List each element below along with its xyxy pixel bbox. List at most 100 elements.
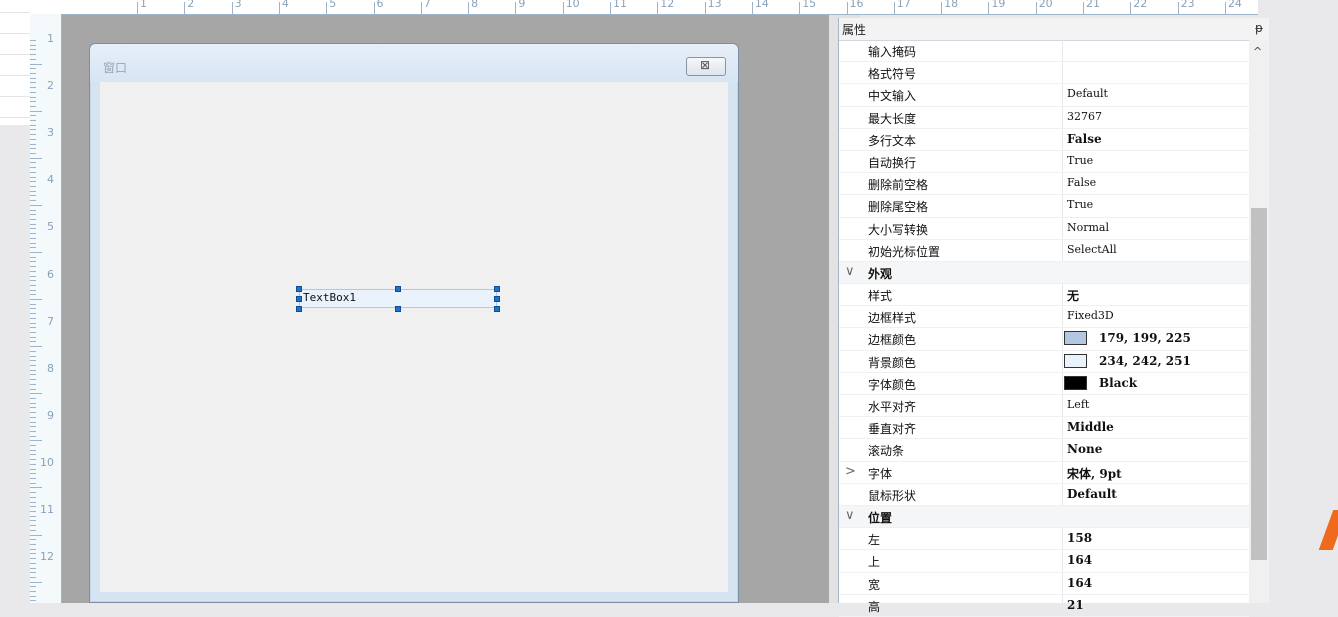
form-client-area[interactable] (100, 82, 728, 592)
property-row[interactable]: 垂直对齐 Middle (839, 417, 1249, 440)
property-value[interactable]: Default (1067, 87, 1108, 100)
property-value[interactable]: False (1067, 132, 1102, 146)
ruler-left-tick (30, 167, 36, 169)
property-row[interactable]: 自动换行 True (839, 150, 1249, 174)
property-row[interactable]: 滚动条 None (839, 439, 1249, 462)
column-divider (1062, 417, 1063, 439)
column-divider (1062, 284, 1063, 306)
property-row[interactable]: 样式 无 (839, 284, 1249, 307)
property-row[interactable]: 初始光标位置 SelectAll (839, 239, 1249, 262)
property-value[interactable]: False (1067, 176, 1096, 189)
property-category[interactable]: ∨ 位置 (839, 505, 1249, 529)
collapse-icon[interactable]: ∨ (845, 508, 859, 523)
ruler-left-tick (30, 581, 42, 583)
property-value[interactable]: Normal (1067, 221, 1109, 234)
property-row[interactable]: 边框样式 Fixed3D (839, 306, 1249, 329)
property-name: 删除尾空格 (868, 200, 929, 215)
property-value[interactable]: Default (1067, 487, 1117, 501)
resize-handle-bottom-center[interactable] (395, 306, 401, 312)
property-value[interactable]: Fixed3D (1067, 309, 1114, 322)
resize-handle-top-left[interactable] (296, 286, 302, 292)
ruler-left-tick (30, 218, 36, 220)
ruler-left-tick (30, 115, 36, 117)
property-value[interactable]: None (1067, 442, 1102, 456)
ruler-left-label: 4 (47, 173, 54, 187)
property-row[interactable]: 水平对齐 Left (839, 395, 1249, 418)
property-row[interactable]: 背景颜色 234, 242, 251 (839, 350, 1249, 373)
property-row[interactable]: 上 164 (839, 550, 1249, 573)
ruler-left-tick (30, 313, 36, 315)
property-row[interactable]: 大小写转换 Normal (839, 217, 1249, 240)
property-value[interactable]: 234, 242, 251 (1099, 354, 1191, 368)
scroll-up-icon[interactable]: ^ (1253, 45, 1262, 58)
property-row[interactable]: 左 158 (839, 528, 1249, 551)
property-grid[interactable]: 输入掩码 格式符号 中文输入 Default 最大长度 32767 多行文本 False 自动换… (839, 40, 1249, 617)
property-row[interactable]: 删除尾空格 True (839, 195, 1249, 218)
form-window[interactable]: 窗口 ⊠ (89, 43, 739, 603)
ruler-left-tick (30, 534, 42, 536)
ruler-left-tick (30, 176, 36, 178)
property-row[interactable]: 高 21 (839, 594, 1249, 617)
ruler-left-tick (30, 383, 36, 385)
property-row[interactable]: 宽 164 (839, 572, 1249, 595)
ruler-top-label: 16 (849, 0, 864, 10)
property-row[interactable]: 输入掩码 (839, 40, 1249, 63)
ruler-left-tick (30, 138, 36, 140)
ruler-left-tick (30, 190, 36, 192)
collapse-icon[interactable]: ∨ (845, 264, 859, 279)
ruler-left-tick (30, 355, 36, 357)
ruler-left-tick (30, 548, 36, 550)
pin-icon[interactable]: ᵽ (1255, 21, 1263, 35)
ruler-left-tick (30, 303, 36, 305)
ruler-left-tick (30, 567, 36, 569)
property-value[interactable]: 宋体, 9pt (1067, 465, 1122, 482)
ruler-left-tick (30, 553, 36, 555)
property-row[interactable]: 多行文本 False (839, 128, 1249, 151)
column-divider (1062, 106, 1063, 128)
property-category[interactable]: ∨ 外观 (839, 261, 1249, 285)
property-value[interactable]: Middle (1067, 420, 1114, 434)
properties-panel: 属性 ᵽ 输入掩码 格式符号 中文输入 Default 最大长度 32767 多行文本 Fal… (838, 18, 1269, 617)
property-value[interactable]: 158 (1067, 531, 1092, 545)
resize-handle-bottom-right[interactable] (494, 306, 500, 312)
property-value[interactable]: Black (1099, 376, 1137, 390)
property-value[interactable]: True (1067, 198, 1093, 211)
ruler-left-tick (30, 72, 36, 74)
resize-handle-middle-right[interactable] (494, 296, 500, 302)
ruler-left-tick (30, 214, 36, 216)
property-value[interactable]: 21 (1067, 598, 1084, 612)
resize-handle-top-right[interactable] (494, 286, 500, 292)
property-row[interactable]: 最大长度 32767 (839, 106, 1249, 129)
expand-icon[interactable]: > (845, 464, 859, 479)
property-value[interactable]: Left (1067, 398, 1089, 411)
properties-scrollbar[interactable]: ^ (1249, 40, 1269, 603)
ruler-left-tick (30, 511, 36, 512)
ruler-left-tick (30, 379, 36, 381)
resize-handle-middle-left[interactable] (296, 296, 302, 302)
property-value[interactable]: 179, 199, 225 (1099, 331, 1191, 345)
ruler-left-tick (30, 341, 36, 343)
resize-handle-bottom-left[interactable] (296, 306, 302, 312)
property-row[interactable]: 边框颜色 179, 199, 225 (839, 328, 1249, 351)
property-value[interactable]: True (1067, 154, 1093, 167)
property-value[interactable]: 164 (1067, 576, 1092, 590)
property-name: 初始光标位置 (868, 244, 941, 259)
property-row[interactable]: 鼠标形状 Default (839, 483, 1249, 506)
ruler-left-tick (30, 506, 36, 508)
property-value[interactable]: 无 (1067, 287, 1079, 304)
property-row[interactable]: > 字体 宋体, 9pt (839, 461, 1249, 484)
property-row[interactable]: 中文输入 Default (839, 84, 1249, 107)
ruler-left-tick (30, 308, 36, 310)
property-row[interactable]: 字体颜色 Black (839, 372, 1249, 395)
property-value[interactable]: 32767 (1067, 110, 1102, 123)
form-close-button[interactable]: ⊠ (686, 57, 726, 76)
property-name: 边框样式 (868, 311, 917, 326)
resize-handle-top-center[interactable] (395, 286, 401, 292)
property-name: 背景颜色 (868, 355, 917, 370)
property-value[interactable]: SelectAll (1067, 243, 1117, 256)
property-row[interactable]: 删除前空格 False (839, 173, 1249, 196)
property-row[interactable]: 格式符号 (839, 62, 1249, 85)
property-value[interactable]: 164 (1067, 553, 1092, 567)
scrollbar-thumb[interactable] (1251, 208, 1267, 560)
form-title-bar[interactable]: 窗口 ⊠ (90, 44, 738, 82)
